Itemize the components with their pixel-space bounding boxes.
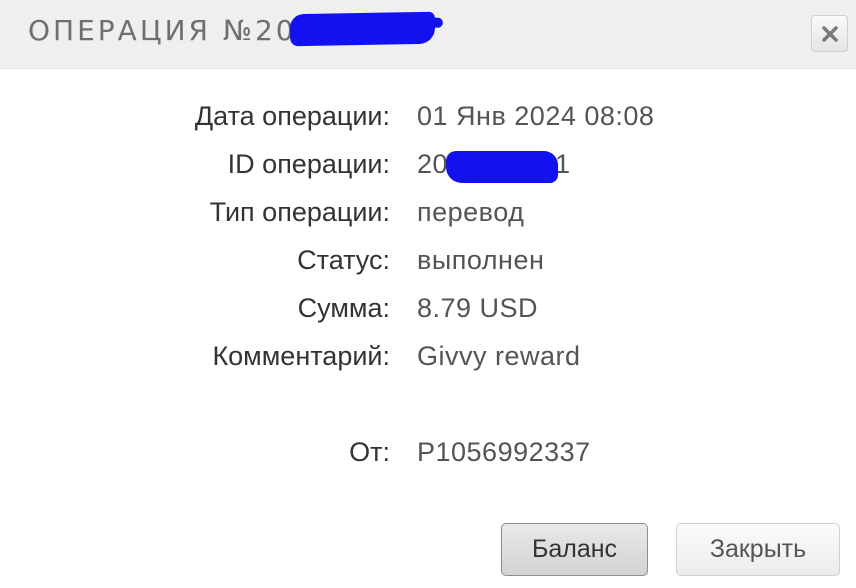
type-value: перевод <box>417 197 525 227</box>
redaction-mark-title <box>289 11 436 47</box>
balance-button[interactable]: Баланс <box>501 523 648 576</box>
id-label: ID операции: <box>227 149 390 179</box>
row-from: От: P1056992337 <box>0 437 856 477</box>
row-type: Тип операции: перевод <box>0 197 856 237</box>
date-label: Дата операции: <box>194 101 390 131</box>
dialog-title: ОПЕРАЦИЯ №200 <box>28 14 318 47</box>
id-value-prefix: 20 <box>417 149 449 179</box>
row-id: ID операции: 20 1 <box>0 149 856 189</box>
close-button[interactable] <box>811 15 848 52</box>
amount-label: Сумма: <box>297 293 390 323</box>
row-status: Статус: выполнен <box>0 245 856 285</box>
close-icon <box>822 26 838 42</box>
operation-dialog: ОПЕРАЦИЯ №200 Дата операции: 01 Янв 2024… <box>0 0 856 588</box>
row-amount: Сумма: 8.79 USD <box>0 293 856 333</box>
from-label: От: <box>349 437 390 467</box>
comment-label: Комментарий: <box>212 341 390 371</box>
dialog-header: ОПЕРАЦИЯ №200 <box>0 0 856 69</box>
row-date: Дата операции: 01 Янв 2024 08:08 <box>0 101 856 141</box>
redaction-mark-id <box>446 151 558 183</box>
comment-value: Givvy reward <box>417 341 581 371</box>
from-value: P1056992337 <box>417 437 591 467</box>
date-value: 01 Янв 2024 08:08 <box>417 101 655 131</box>
status-label: Статус: <box>297 245 390 275</box>
amount-value: 8.79 USD <box>417 293 539 323</box>
type-label: Тип операции: <box>209 197 390 227</box>
row-comment: Комментарий: Givvy reward <box>0 341 856 381</box>
close-dialog-button[interactable]: Закрыть <box>676 523 840 576</box>
status-value: выполнен <box>417 245 545 275</box>
